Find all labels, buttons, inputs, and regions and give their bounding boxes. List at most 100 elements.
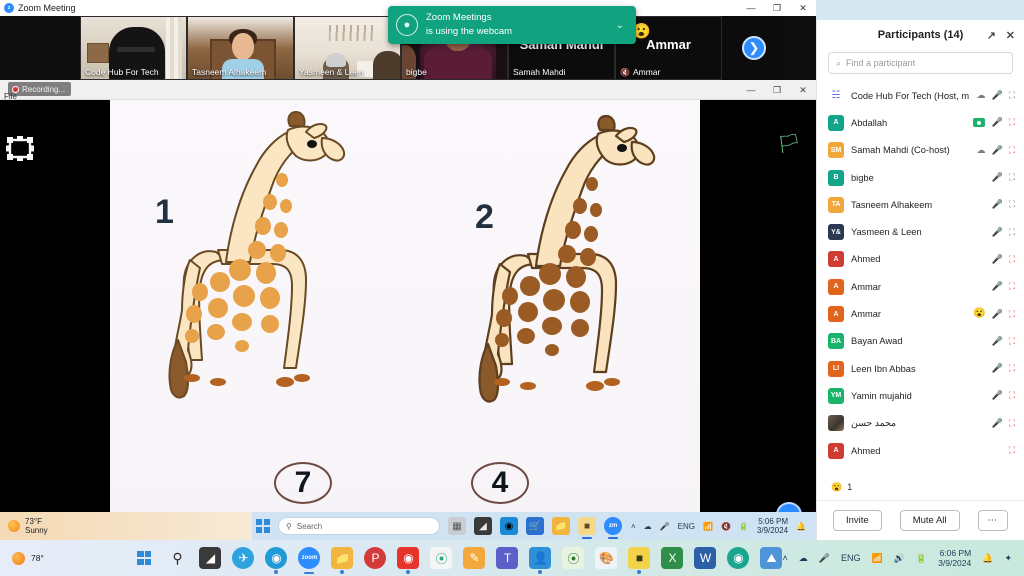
- store-icon[interactable]: 🛒: [526, 517, 544, 535]
- start-button-icon[interactable]: [256, 519, 270, 533]
- photos-icon[interactable]: ⛰: [760, 547, 783, 569]
- participant-row[interactable]: LI Leen Ibn Abbas 🎤 ⛶: [817, 355, 1024, 382]
- inner-clock[interactable]: 5:06 PM 3/9/2024: [757, 517, 788, 535]
- camera-off-icon[interactable]: ⛶: [1009, 418, 1015, 428]
- camera-icon[interactable]: ⛶: [1009, 200, 1015, 209]
- camera-off-icon[interactable]: ⛶: [1009, 336, 1015, 346]
- chrome-icon[interactable]: ⦿: [430, 547, 453, 569]
- cloud-record-icon[interactable]: ☁: [976, 145, 985, 155]
- mic-icon[interactable]: 🎤: [991, 227, 1002, 237]
- file-explorer-legacy-icon[interactable]: ◢: [474, 517, 492, 535]
- mic-icon[interactable]: 🎤: [991, 145, 1002, 155]
- participant-row[interactable]: محمد حسن 🎤 ⛶: [817, 410, 1024, 437]
- volume-icon[interactable]: 🔊: [894, 553, 905, 564]
- firefox-icon[interactable]: ⦿: [562, 547, 585, 569]
- os-clock[interactable]: 6:06 PM 3/9/2024: [938, 548, 971, 568]
- notifications-icon[interactable]: 🔔: [982, 553, 993, 564]
- recording-indicator[interactable]: Recording...: [8, 82, 72, 96]
- close-panel-icon[interactable]: ✕: [1006, 29, 1015, 42]
- filmstrip-next-button[interactable]: ❯: [742, 36, 766, 60]
- paint-icon[interactable]: 🎨: [595, 547, 618, 569]
- mic-icon[interactable]: 🎤: [991, 200, 1002, 209]
- sticky-notes-icon[interactable]: ■: [628, 547, 651, 574]
- reaction-summary[interactable]: 😮 1: [817, 474, 1024, 500]
- battery-icon[interactable]: 🔋: [916, 553, 927, 564]
- close-button[interactable]: ✕: [790, 0, 816, 16]
- invite-button[interactable]: Invite: [832, 510, 882, 531]
- participant-row[interactable]: TA Tasneem Alhakeem 🎤 ⛶: [817, 191, 1024, 218]
- camera-off-icon[interactable]: ⛶: [1009, 309, 1015, 319]
- participant-row[interactable]: B bigbe 🎤 ⛶: [817, 164, 1024, 191]
- volume-muted-icon[interactable]: 🔇: [721, 522, 731, 531]
- participant-row[interactable]: BA Bayan Awad 🎤 ⛶: [817, 328, 1024, 355]
- mic-off-icon[interactable]: 🎤: [991, 364, 1002, 373]
- telegram-icon[interactable]: ✈: [232, 547, 255, 569]
- camera-off-icon[interactable]: ⛶: [1009, 391, 1015, 400]
- participant-row[interactable]: YM Yamin mujahid 🎤 ⛶: [817, 382, 1024, 409]
- camera-icon[interactable]: ⛶: [1009, 227, 1015, 237]
- camera-off-icon[interactable]: ⛶: [1009, 446, 1015, 455]
- video-tile-code-hub[interactable]: Code Hub For Tech: [80, 16, 187, 80]
- webcam-in-use-notification[interactable]: ● Zoom Meetings is using the webcam ⌄: [388, 6, 636, 44]
- participant-row[interactable]: SM Samah Mahdi (Co-host) ☁ 🎤 ⛶: [817, 137, 1024, 164]
- tray-expand-icon[interactable]: ˄: [631, 522, 636, 531]
- mic-tray-icon[interactable]: 🎤: [660, 522, 670, 531]
- mic-off-icon[interactable]: 🎤: [991, 418, 1002, 428]
- language-indicator[interactable]: ENG: [678, 522, 695, 531]
- mic-off-icon[interactable]: 🎤: [991, 254, 1002, 264]
- minimize-button[interactable]: —: [738, 0, 764, 16]
- camera-off-icon[interactable]: ⛶: [1009, 145, 1015, 155]
- folder-icon[interactable]: 📁: [552, 517, 570, 535]
- video-tile-tasneem[interactable]: Tasneem Alhakeem: [187, 16, 294, 80]
- word-icon[interactable]: W: [694, 547, 717, 569]
- tray-expand-icon[interactable]: ˄: [782, 553, 787, 563]
- onedrive-icon[interactable]: ☁: [799, 553, 808, 564]
- participant-row[interactable]: A Ammar 🎤 ⛶: [817, 273, 1024, 300]
- mic-tray-icon[interactable]: 🎤: [819, 553, 830, 564]
- mic-icon[interactable]: 🎤: [991, 91, 1002, 100]
- popout-icon[interactable]: ↗: [987, 29, 996, 42]
- participant-list[interactable]: ☵ Code Hub For Tech (Host, me) ☁ 🎤 ⛶ A A…: [817, 82, 1024, 474]
- participant-row[interactable]: A Ahmed ⛶: [817, 437, 1024, 464]
- zoom-taskbar-icon[interactable]: zm: [604, 517, 622, 539]
- mic-off-icon[interactable]: 🎤: [991, 336, 1002, 346]
- chevron-down-icon[interactable]: ⌄: [612, 20, 628, 31]
- mute-all-button[interactable]: Mute All: [899, 510, 960, 531]
- participant-row[interactable]: A Ammar 😮 🎤 ⛶: [817, 300, 1024, 327]
- maximize-button[interactable]: ❐: [764, 0, 790, 16]
- participant-row[interactable]: A Abdallah 🎤 ⛶: [817, 109, 1024, 136]
- participant-row[interactable]: Y& Yasmeen & Leen 🎤 ⛶: [817, 218, 1024, 245]
- notifications-icon[interactable]: 🔔: [796, 522, 806, 531]
- mic-off-icon[interactable]: 🎤: [991, 282, 1002, 291]
- mic-icon[interactable]: 🎤: [991, 173, 1002, 182]
- inner-weather-widget[interactable]: 73°F Sunny: [0, 512, 252, 540]
- cloud-record-icon[interactable]: ☁: [976, 91, 985, 100]
- teams-icon[interactable]: T: [496, 547, 519, 569]
- participant-search-input[interactable]: ⌕ Find a participant: [828, 52, 1013, 74]
- shared-minimize-button[interactable]: —: [738, 80, 764, 100]
- mic-off-icon[interactable]: 🎤: [991, 309, 1002, 319]
- photos-icon[interactable]: ■: [578, 517, 596, 539]
- camera-icon[interactable]: ⛶: [1009, 173, 1015, 182]
- battery-icon[interactable]: 🔋: [739, 522, 749, 531]
- inner-search-box[interactable]: ⚲ Search: [278, 517, 440, 535]
- edge-icon[interactable]: ◉: [500, 517, 518, 535]
- camera-off-icon[interactable]: ⛶: [1009, 282, 1015, 291]
- wifi-icon[interactable]: 📶: [871, 553, 882, 564]
- start-button[interactable]: [133, 547, 155, 569]
- zoom-icon[interactable]: zoom: [298, 547, 321, 574]
- os-weather-widget[interactable]: 78°: [0, 551, 133, 565]
- camera-icon[interactable]: ⛶: [1009, 91, 1015, 100]
- copilot-icon[interactable]: ✦: [1004, 553, 1012, 564]
- shared-maximize-button[interactable]: ❐: [764, 80, 790, 100]
- language-indicator[interactable]: ENG: [841, 553, 861, 563]
- more-options-button[interactable]: ⋯: [977, 510, 1008, 531]
- shared-close-button[interactable]: ✕: [790, 80, 816, 100]
- file-explorer-icon[interactable]: 📁: [331, 547, 354, 574]
- wifi-icon[interactable]: 📶: [703, 522, 713, 531]
- search-icon[interactable]: ⚲: [166, 547, 188, 569]
- contacts-icon[interactable]: 👤: [529, 547, 552, 574]
- onedrive-icon[interactable]: ☁: [644, 522, 652, 531]
- participant-row[interactable]: A Ahmed 🎤 ⛶: [817, 246, 1024, 273]
- notes-icon[interactable]: ✎: [463, 547, 486, 569]
